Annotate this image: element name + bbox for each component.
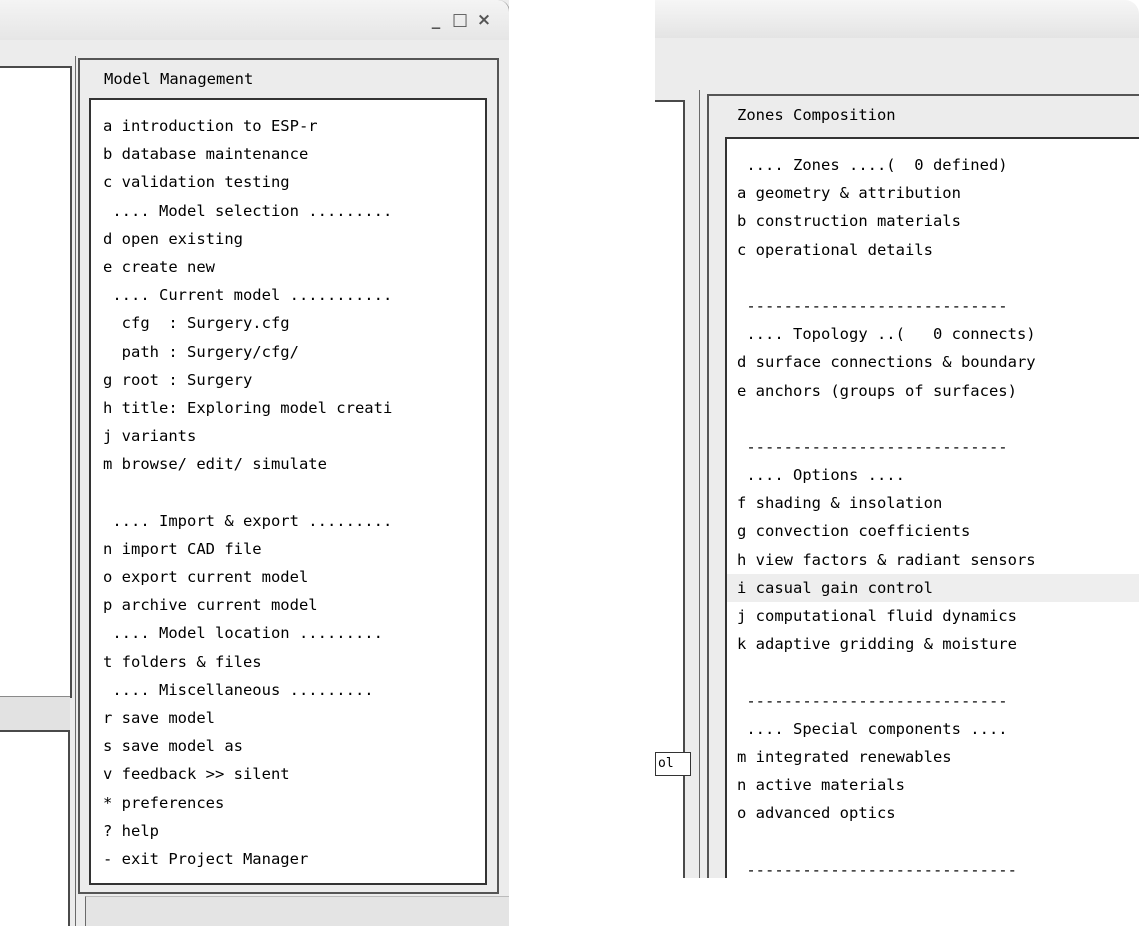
- menu-item[interactable]: a geometry & attribution: [737, 179, 1139, 207]
- menu-item[interactable]: s save model as: [103, 732, 392, 760]
- menu-item[interactable]: ? help: [103, 817, 392, 845]
- menu-section-label: [737, 658, 1139, 686]
- menu-item[interactable]: e create new: [103, 253, 392, 281]
- menu-section-label: .... Model location .........: [103, 624, 383, 643]
- menu-section-label: ----------------------------: [737, 691, 1008, 710]
- model-management-window: _ □ × Model Management a introduction to…: [0, 0, 509, 926]
- menu-item[interactable]: c operational details: [737, 236, 1139, 264]
- menu-panel: Zones Composition .... Zones ....( 0 def…: [707, 94, 1139, 926]
- menu-item[interactable]: p archive current model: [103, 591, 392, 619]
- menu-item[interactable]: a introduction to ESP-r: [103, 112, 392, 140]
- window-titlebar[interactable]: _ □ ×: [0, 0, 509, 40]
- menu-section-label: [737, 264, 1139, 292]
- desktop-background: [655, 878, 1139, 926]
- menu-list-box[interactable]: a introduction to ESP-r b database mainte…: [89, 98, 487, 885]
- menu-list: .... Zones ....( 0 defined) a geometry & …: [727, 151, 1139, 926]
- menu-item[interactable]: i casual gain control: [727, 573, 1139, 602]
- side-tab[interactable]: ol: [655, 752, 691, 776]
- menu-section-label: ----------------------------: [737, 437, 1008, 456]
- menu-item[interactable]: d surface connections & boundary: [737, 348, 1139, 376]
- menu-item[interactable]: c validation testing: [103, 168, 392, 196]
- minimize-icon[interactable]: _: [428, 12, 444, 29]
- panel-title: Zones Composition: [737, 106, 896, 124]
- menu-section-label: [737, 405, 1139, 433]
- menu-section-label: .... Topology ..( 0 connects): [737, 325, 1036, 344]
- menu-item[interactable]: n active materials: [737, 771, 1139, 799]
- close-icon[interactable]: ×: [476, 12, 492, 29]
- menu-section-label: [737, 828, 1139, 856]
- menu-item[interactable]: m integrated renewables: [737, 743, 1139, 771]
- menu-item[interactable]: o advanced optics: [737, 799, 1139, 827]
- zones-composition-window: ol Zones Composition .... Zones ....( 0 …: [655, 0, 1139, 926]
- menu-section-label: [103, 478, 392, 506]
- menu-item[interactable]: g convection coefficients: [737, 517, 1139, 545]
- menu-section-label: .... Zones ....( 0 defined): [737, 156, 1008, 174]
- menu-item[interactable]: h title: Exploring model creati: [103, 394, 392, 422]
- menu-item[interactable]: e anchors (groups of surfaces): [737, 377, 1139, 405]
- menu-section-label: .... Import & export .........: [103, 511, 393, 530]
- menu-section-label: .... Options ....: [737, 466, 905, 485]
- menu-item[interactable]: o export current model: [103, 563, 392, 591]
- menu-item[interactable]: b database maintenance: [103, 140, 392, 168]
- menu-section-label: path : Surgery/cfg/: [103, 342, 299, 361]
- menu-item[interactable]: d open existing: [103, 225, 392, 253]
- menu-section-label: ----------------------------: [737, 296, 1008, 315]
- divider: [699, 90, 700, 916]
- dialogue-strip: [85, 896, 509, 926]
- menu-section-label: .... Current model ...........: [103, 286, 393, 305]
- menu-item[interactable]: r save model: [103, 704, 392, 732]
- menu-item[interactable]: m browse/ edit/ simulate: [103, 450, 392, 478]
- panel-title: Model Management: [104, 70, 254, 88]
- menu-item[interactable]: - exit Project Manager: [103, 845, 392, 873]
- graphics-pane: [655, 100, 685, 926]
- divider: [75, 56, 76, 926]
- text-feedback-pane: [0, 730, 70, 926]
- window-body: ol Zones Composition .... Zones ....( 0 …: [655, 38, 1139, 926]
- graphics-pane: [0, 66, 72, 698]
- menu-item[interactable]: g root : Surgery: [103, 366, 392, 394]
- window-body: [0, 40, 508, 60]
- window-titlebar[interactable]: [655, 0, 1139, 38]
- menu-item[interactable]: j variants: [103, 422, 392, 450]
- menu-list: a introduction to ESP-r b database mainte…: [103, 112, 392, 873]
- menu-list-box[interactable]: .... Zones ....( 0 defined) a geometry & …: [725, 137, 1139, 926]
- menu-panel: Model Management a introduction to ESP-r…: [78, 58, 499, 894]
- menu-item[interactable]: t folders & files: [103, 648, 392, 676]
- menu-item[interactable]: j computational fluid dynamics: [737, 602, 1139, 630]
- menu-item[interactable]: b construction materials: [737, 207, 1139, 235]
- maximize-icon[interactable]: □: [452, 12, 468, 29]
- menu-item[interactable]: h view factors & radiant sensors: [737, 546, 1139, 574]
- menu-item[interactable]: v feedback >> silent: [103, 760, 392, 788]
- menu-item[interactable]: * preferences: [103, 789, 392, 817]
- menu-section-label: cfg : Surgery.cfg: [103, 314, 290, 333]
- menu-section-label: .... Model selection .........: [103, 201, 393, 220]
- menu-item[interactable]: f shading & insolation: [737, 489, 1139, 517]
- menu-item[interactable]: k adaptive gridding & moisture: [737, 630, 1139, 658]
- menu-section-label: .... Special components ....: [737, 719, 1008, 738]
- menu-section-label: .... Miscellaneous .........: [103, 680, 374, 699]
- menu-item[interactable]: n import CAD file: [103, 535, 392, 563]
- pane-divider: [0, 696, 70, 733]
